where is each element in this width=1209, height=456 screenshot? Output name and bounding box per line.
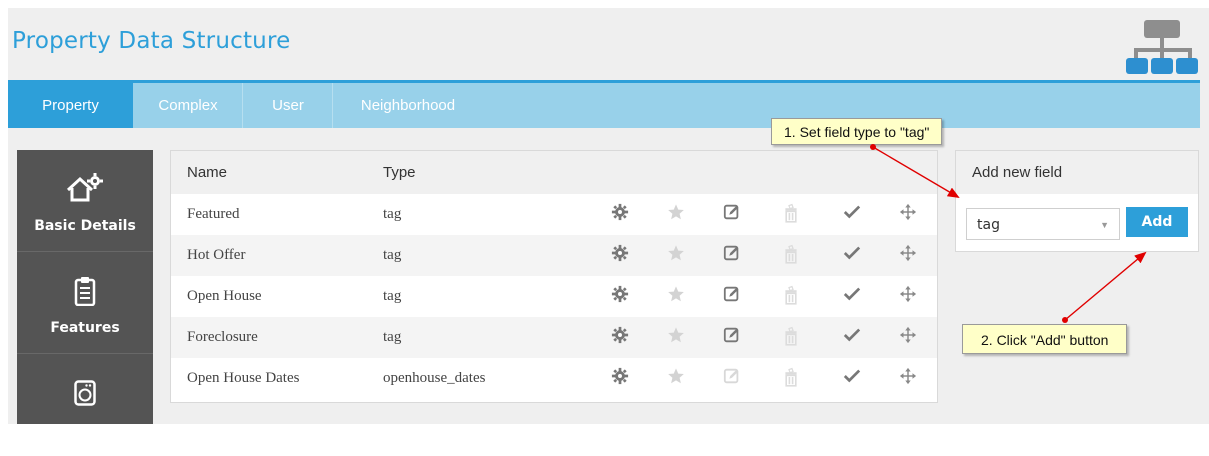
sidebar-item-label: Features [50,320,120,336]
field-name: Featured [187,206,240,222]
field-type-value: tag [977,217,1000,233]
table-row: Open House Dates openhouse_dates [171,358,937,399]
settings-gear-icon[interactable] [611,367,631,387]
move-icon[interactable] [899,285,919,305]
check-icon[interactable] [843,203,863,223]
tab-bar: Property Complex User Neighborhood [8,80,1200,128]
sidebar-item-appliances[interactable] [17,354,153,456]
tab-user[interactable]: User [243,83,333,128]
sidebar-item-basic-details[interactable]: Basic Details [17,150,153,252]
settings-gear-icon[interactable] [611,244,631,264]
field-type: tag [383,206,402,222]
tab-complex[interactable]: Complex [133,83,243,128]
field-name: Foreclosure [187,329,258,345]
move-icon[interactable] [899,244,919,264]
settings-gear-icon[interactable] [611,285,631,305]
data-structure-icon [1126,20,1198,74]
tab-property[interactable]: Property [8,83,133,128]
section-sidebar: Basic Details Features [17,150,153,424]
edit-icon[interactable] [723,203,743,223]
app-frame: Property Data Structure Property Complex… [0,0,1209,424]
sidebar-item-label: Basic Details [34,218,136,234]
edit-icon[interactable] [723,285,743,305]
washing-machine-icon [74,380,96,406]
tab-label: Neighborhood [360,97,456,114]
tab-label: Complex [158,97,218,114]
house-gear-icon [66,173,103,202]
star-icon[interactable] [667,203,687,223]
edit-icon[interactable] [723,244,743,264]
table-row: Foreclosure tag [171,317,937,358]
check-icon[interactable] [843,285,863,305]
check-icon[interactable] [843,367,863,387]
column-header-name: Name [187,164,228,181]
table-row: Hot Offer tag [171,235,937,276]
table-row: Featured tag [171,194,937,235]
settings-gear-icon[interactable] [611,326,631,346]
sidebar-item-features[interactable]: Features [17,252,153,354]
fields-table: Name Type Featured tag Hot Offer tag Open Ho… [170,150,938,403]
tab-label: User [272,97,304,114]
edit-icon[interactable] [723,326,743,346]
page-title: Property Data Structure [12,28,291,54]
tab-neighborhood[interactable]: Neighborhood [333,83,483,128]
column-header-type: Type [383,164,416,181]
star-icon[interactable] [667,285,687,305]
trash-icon[interactable] [783,326,803,346]
annotation-step-1: 1. Set field type to "tag" [771,118,943,145]
trash-icon[interactable] [783,367,803,387]
trash-icon[interactable] [783,244,803,264]
settings-gear-icon[interactable] [611,203,631,223]
check-icon[interactable] [843,326,863,346]
table-row: Open House tag [171,276,937,317]
field-name: Open House [187,288,262,304]
chevron-down-icon: ▼ [1100,220,1109,230]
trash-icon[interactable] [783,285,803,305]
field-type-select[interactable]: tag ▼ [966,208,1120,240]
field-type: openhouse_dates [383,370,486,386]
add-field-panel: Add new field tag ▼ Add [955,150,1199,252]
field-name: Open House Dates [187,370,300,386]
tab-label: Property [42,97,99,114]
add-field-header: Add new field [956,151,1198,194]
star-icon[interactable] [667,326,687,346]
clipboard-icon [74,277,96,306]
check-icon[interactable] [843,244,863,264]
field-name: Hot Offer [187,247,246,263]
add-field-title: Add new field [972,164,1063,181]
move-icon[interactable] [899,367,919,387]
table-header: Name Type [171,151,937,194]
field-type: tag [383,329,402,345]
move-icon[interactable] [899,203,919,223]
field-type: tag [383,288,402,304]
edit-icon[interactable] [723,367,743,387]
trash-icon[interactable] [783,203,803,223]
star-icon[interactable] [667,244,687,264]
move-icon[interactable] [899,326,919,346]
annotation-step-2: 2. Click "Add" button [962,324,1128,354]
add-button[interactable]: Add [1126,207,1188,237]
star-icon[interactable] [667,367,687,387]
field-type: tag [383,247,402,263]
